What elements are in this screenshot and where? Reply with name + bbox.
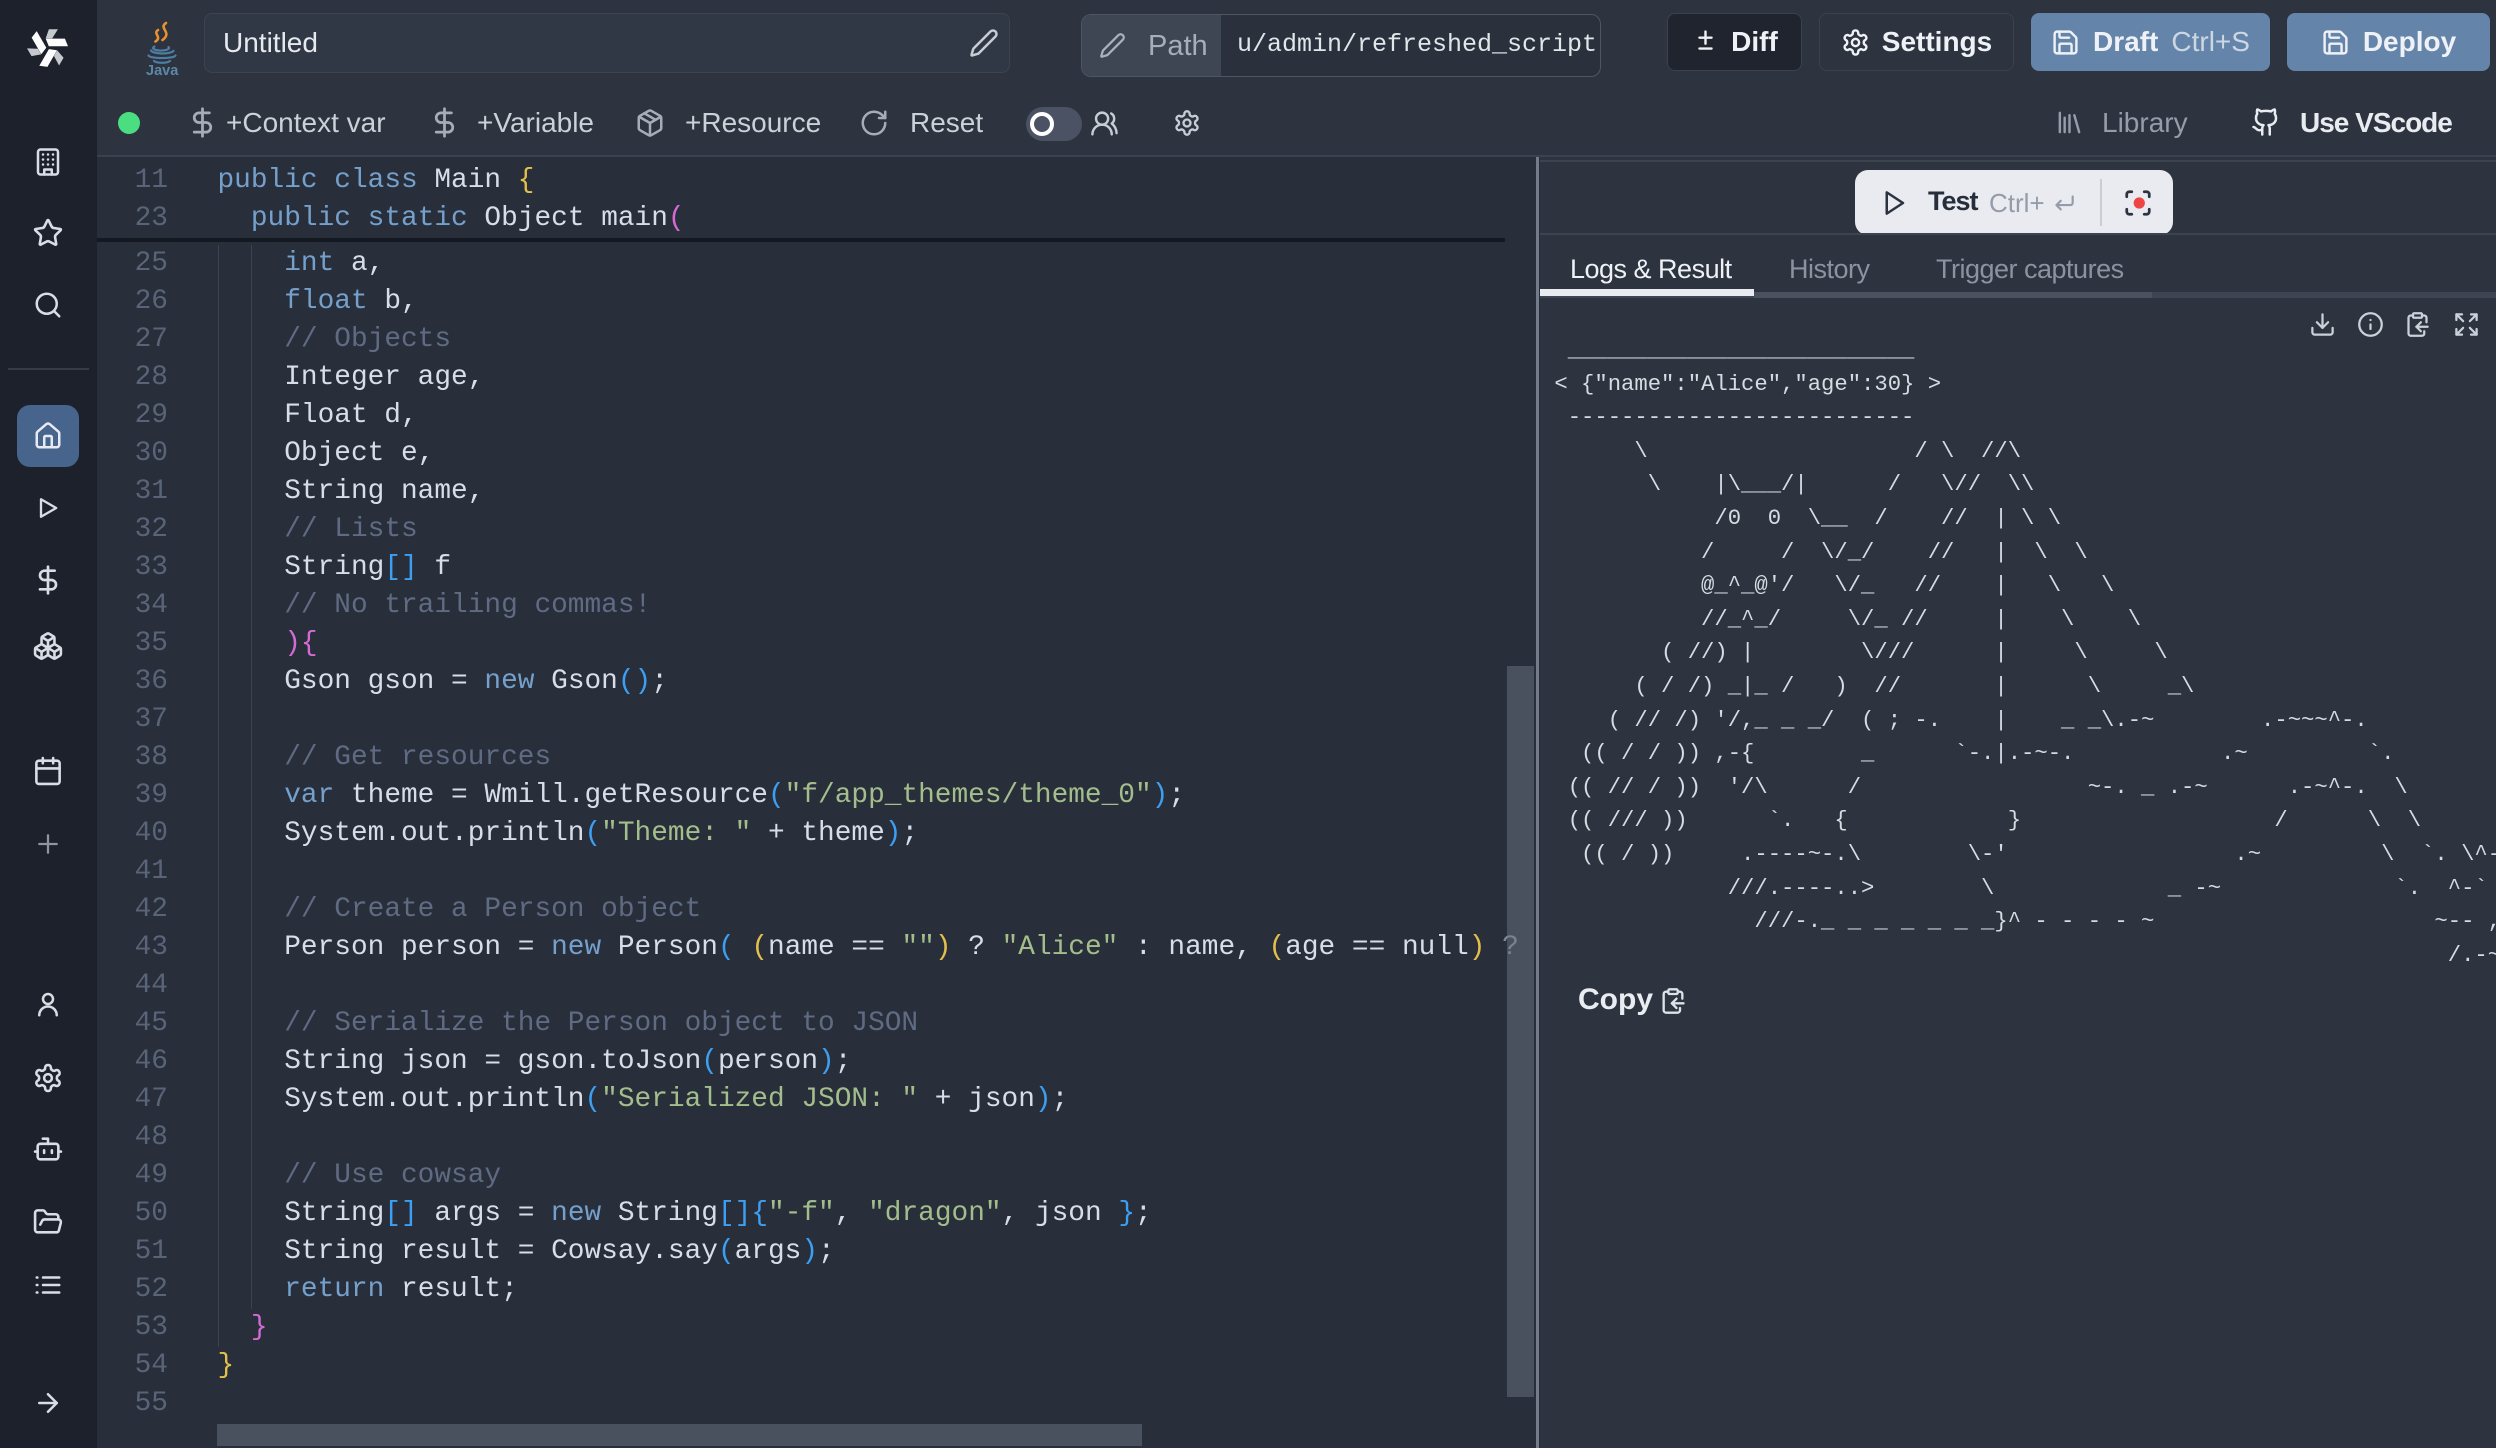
svg-text:Java: Java [146, 63, 179, 78]
